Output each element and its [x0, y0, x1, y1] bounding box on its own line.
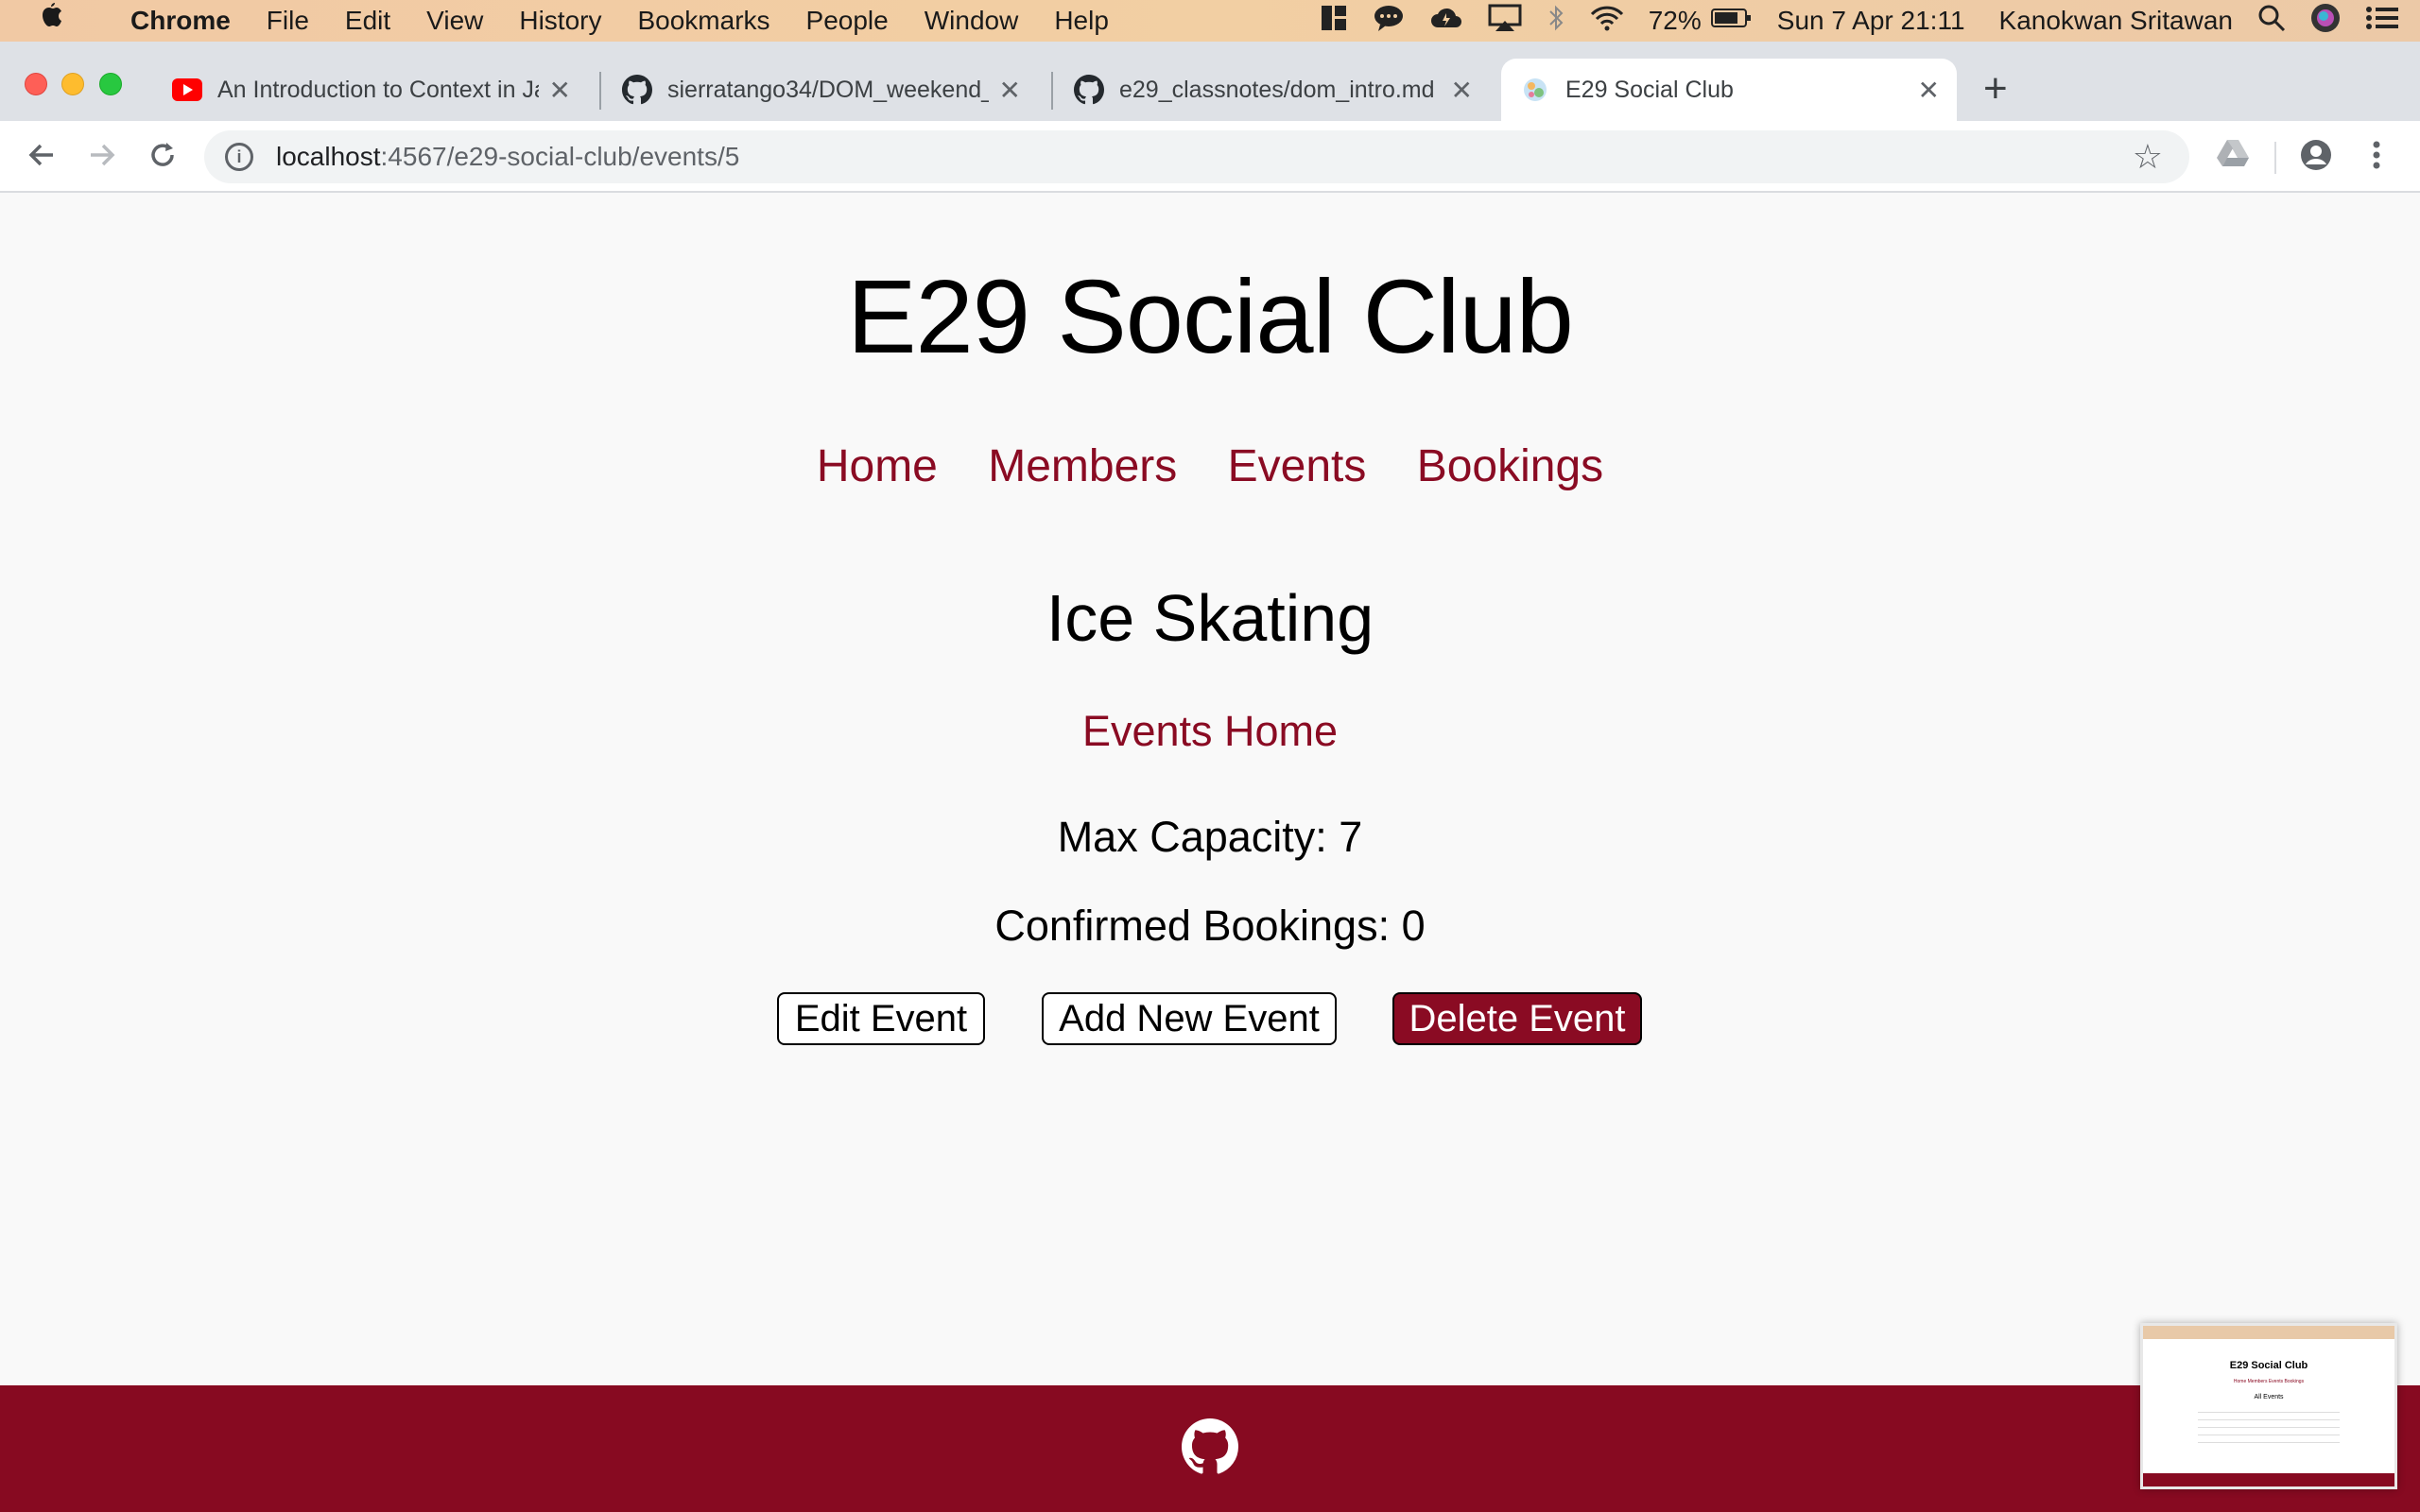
tab-title: sierratango34/DOM_weekend_h [667, 76, 989, 103]
new-tab-plus-icon[interactable]: + [1983, 68, 2008, 110]
browser-toolbar: i localhost:4567/e29-social-club/events/… [0, 121, 2420, 193]
wifi-icon[interactable] [1590, 5, 1624, 38]
page-footer [0, 1385, 2420, 1512]
toolbar-divider [2274, 142, 2276, 174]
bluetooth-icon[interactable] [1547, 4, 1565, 39]
events-home-link[interactable]: Events Home [1082, 707, 1338, 755]
menu-help[interactable]: Help [1054, 6, 1109, 36]
delete-event-button[interactable]: Delete Event [1392, 992, 1642, 1045]
github-icon [622, 75, 652, 105]
nav-members-link[interactable]: Members [988, 441, 1177, 491]
tab-close-icon[interactable]: ✕ [1451, 75, 1473, 106]
forward-arrow-icon[interactable] [85, 138, 119, 180]
nav-events-link[interactable]: Events [1228, 441, 1367, 491]
thumbnail-table [2198, 1412, 2340, 1450]
tab-title: E29 Social Club [1565, 76, 1734, 103]
nav-bookings-link[interactable]: Bookings [1417, 441, 1603, 491]
github-icon [1074, 75, 1104, 105]
profile-avatar-icon[interactable] [2299, 138, 2333, 180]
menu-window[interactable]: Window [925, 6, 1019, 36]
thumbnail-nav: Home Members Events Bookings [2233, 1379, 2305, 1384]
nav-home-link[interactable]: Home [817, 441, 938, 491]
chrome-menu-icon[interactable] [2369, 138, 2384, 180]
menu-app-name[interactable]: Chrome [130, 6, 231, 36]
menu-edit[interactable]: Edit [345, 6, 390, 36]
tab-close-icon[interactable]: ✕ [1918, 75, 1940, 106]
edit-event-button[interactable]: Edit Event [777, 992, 985, 1045]
main-nav: Home Members Events Bookings [0, 440, 2420, 492]
thumbnail-subtitle: All Events [2254, 1394, 2284, 1400]
menu-people[interactable]: People [806, 6, 889, 36]
battery-icon[interactable] [1710, 6, 1753, 36]
tab-close-icon[interactable]: ✕ [999, 75, 1021, 106]
window-minimize-button[interactable] [61, 73, 84, 95]
site-title: E29 Social Club [847, 259, 1574, 375]
page-content: E29 Social Club Home Members Events Book… [0, 193, 2420, 1385]
window-zoom-button[interactable] [99, 73, 122, 95]
tab-title: e29_classnotes/dom_intro.md a [1119, 76, 1441, 103]
events-home-container: Events Home [0, 707, 2420, 756]
tab-github-dom-weekend[interactable]: sierratango34/DOM_weekend_h ✕ [603, 59, 1038, 121]
notification-center-icon[interactable] [2365, 5, 2399, 38]
thumbnail-menubar [2143, 1326, 2394, 1339]
event-title: Ice Skating [1046, 581, 1374, 655]
max-capacity-text: Max Capacity: 7 [1057, 813, 1363, 861]
spotlight-search-icon[interactable] [2257, 4, 2286, 39]
address-bar[interactable]: i localhost:4567/e29-social-club/events/… [204, 130, 2189, 183]
url-host: localhost [276, 142, 381, 171]
menubar-status-area: 72% Sun 7 Apr 21:11 Kanokwan Sritawan [1320, 0, 2420, 42]
menu-view[interactable]: View [426, 6, 483, 36]
thumbnail-title: E29 Social Club [2229, 1360, 2308, 1371]
clock[interactable]: Sun 7 Apr 21:11 [1777, 6, 1965, 36]
thumbnail-footer [2143, 1473, 2394, 1486]
youtube-icon [172, 75, 202, 105]
browser-tab-strip: An Introduction to Context in Ja ✕ sierr… [0, 42, 2420, 121]
tab-e29-social-club[interactable]: E29 Social Club ✕ [1501, 59, 1957, 121]
menu-bookmarks[interactable]: Bookmarks [637, 6, 769, 36]
layout-app-icon[interactable] [1320, 4, 1348, 39]
macos-menubar: Chrome File Edit View History Bookmarks … [0, 0, 2420, 42]
google-drive-extension-icon[interactable] [2216, 138, 2250, 177]
screenshot-thumbnail[interactable]: E29 Social Club Home Members Events Book… [2140, 1323, 2397, 1489]
airplay-icon[interactable] [1488, 4, 1522, 39]
tab-close-icon[interactable]: ✕ [549, 75, 571, 106]
tab-youtube-context[interactable]: An Introduction to Context in Ja ✕ [153, 59, 588, 121]
tab-separator [1051, 72, 1053, 110]
globe-icon [1520, 75, 1550, 105]
site-info-icon[interactable]: i [225, 143, 253, 171]
tab-title: An Introduction to Context in Ja [217, 76, 539, 103]
back-arrow-icon[interactable] [25, 138, 59, 180]
chat-bubble-icon[interactable] [1373, 4, 1405, 39]
add-new-event-button[interactable]: Add New Event [1042, 992, 1337, 1045]
siri-icon[interactable] [2310, 3, 2341, 40]
window-close-button[interactable] [25, 73, 47, 95]
menu-history[interactable]: History [519, 6, 601, 36]
menu-file[interactable]: File [267, 6, 309, 36]
confirmed-bookings-text: Confirmed Bookings: 0 [994, 902, 1426, 950]
apple-menu-icon[interactable] [38, 2, 66, 40]
tab-separator [599, 72, 601, 110]
battery-percent: 72% [1648, 6, 1702, 35]
reload-icon[interactable] [146, 138, 180, 180]
user-name[interactable]: Kanokwan Sritawan [1999, 6, 2233, 36]
cloud-sync-icon[interactable] [1429, 4, 1463, 39]
github-icon[interactable] [1182, 1418, 1238, 1480]
tab-github-classnotes[interactable]: e29_classnotes/dom_intro.md a ✕ [1055, 59, 1490, 121]
bookmark-star-icon[interactable]: ☆ [2133, 137, 2163, 177]
url-path: :4567/e29-social-club/events/5 [380, 142, 740, 171]
